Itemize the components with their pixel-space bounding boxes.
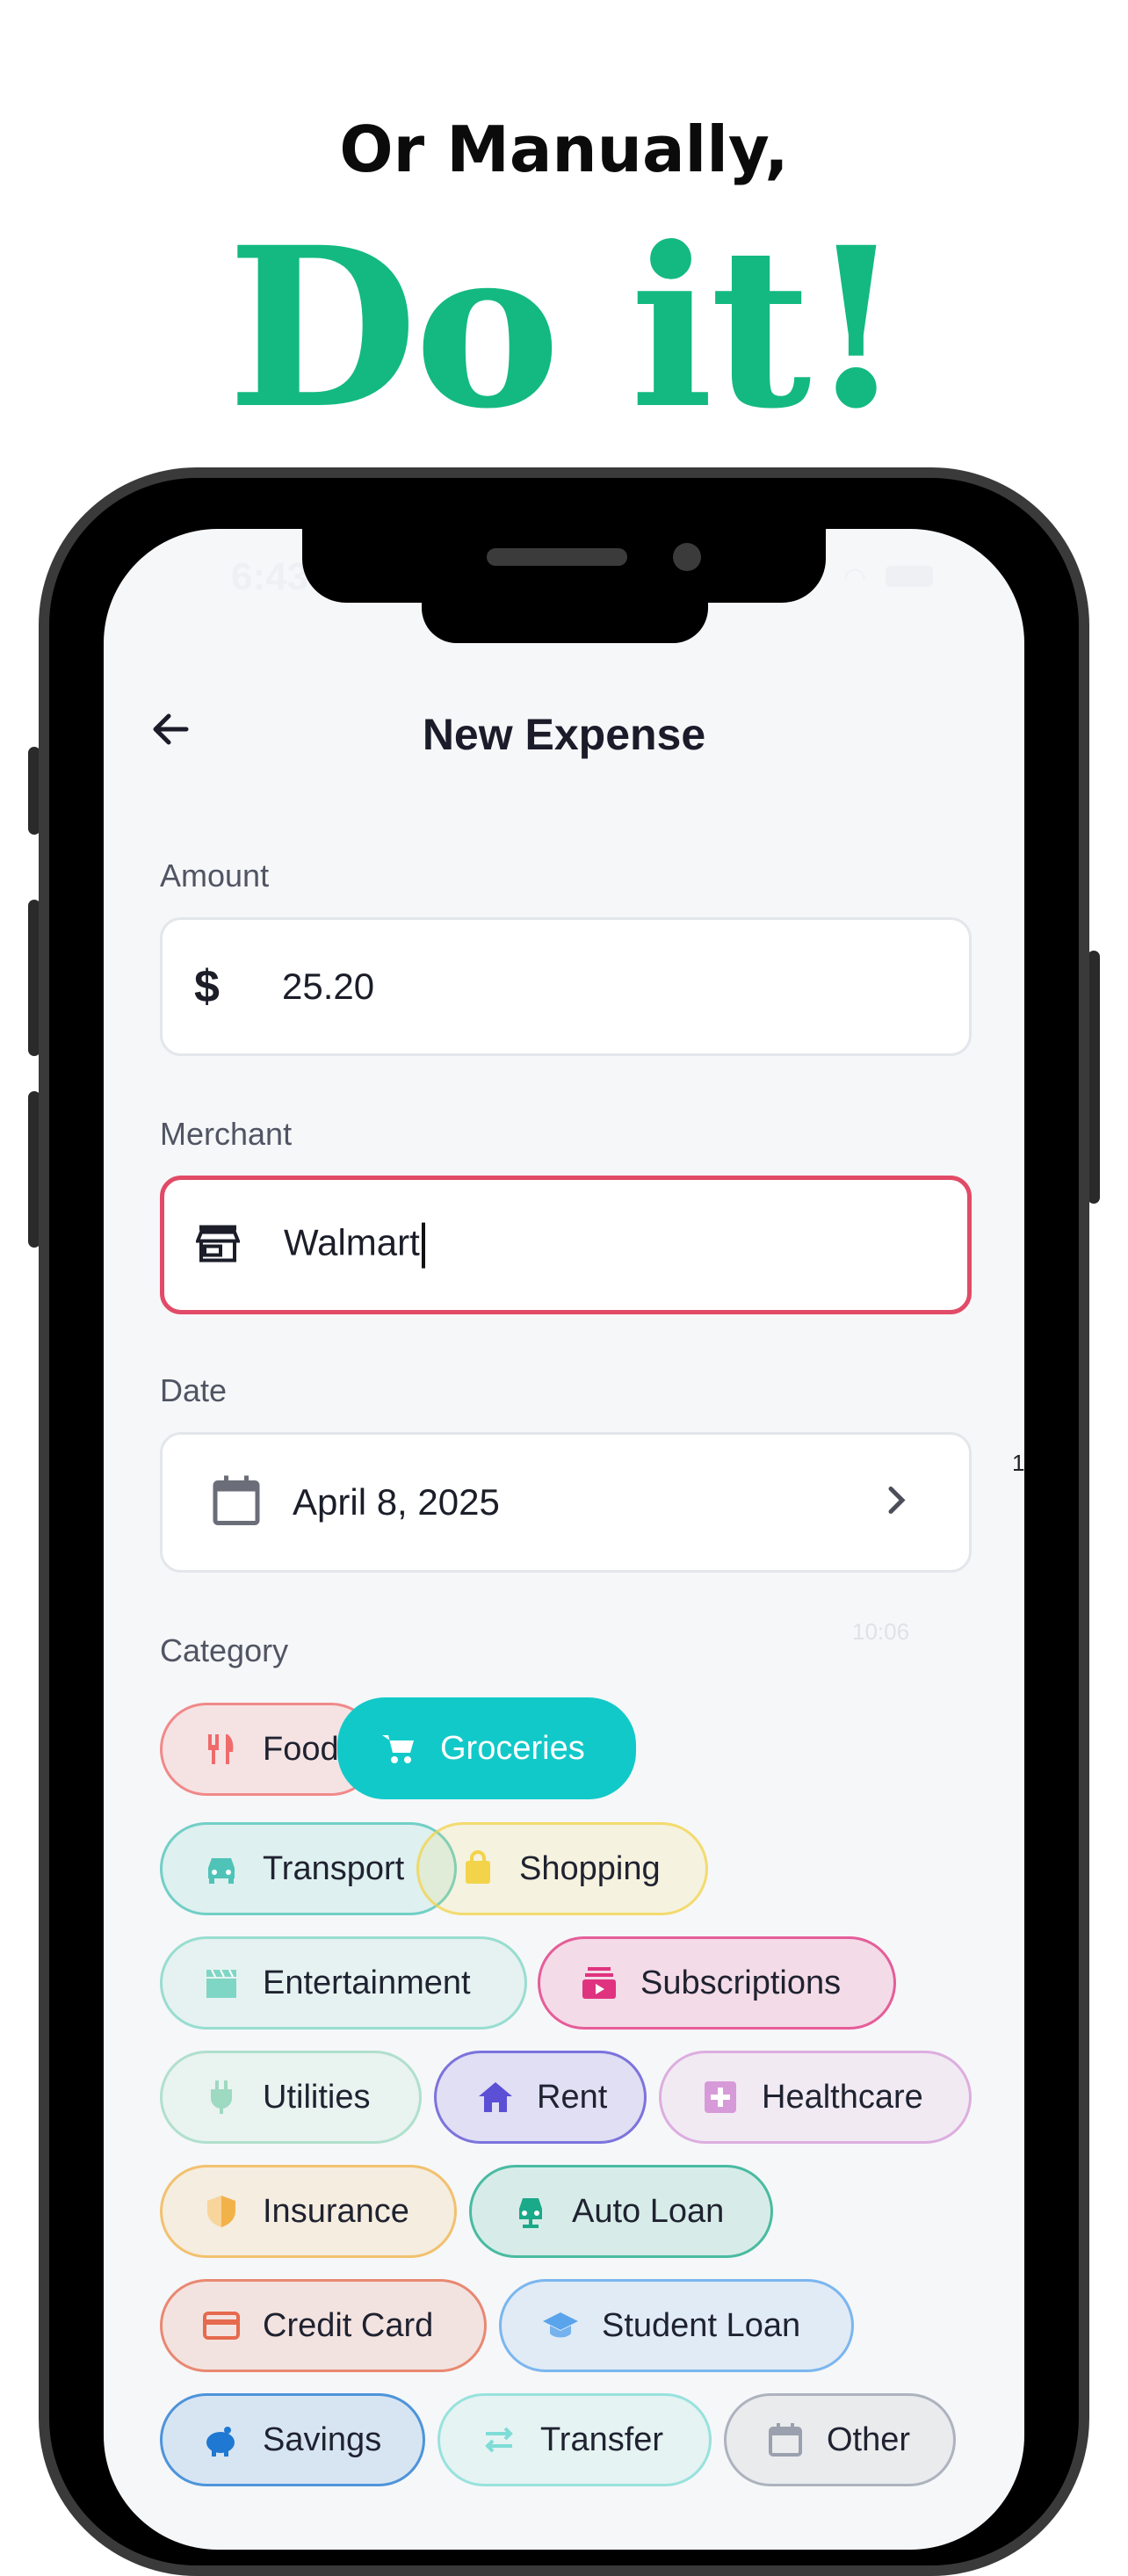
calendar-icon [767,2421,804,2458]
ghost-time: 10:06 [852,1618,910,1645]
merchant-value: Walmart [284,1222,425,1269]
amount-field[interactable]: $ 25.20 [160,917,972,1056]
category-chip-shopping[interactable]: Shopping [416,1822,708,1915]
category-chip-rent[interactable]: Rent [434,2051,647,2144]
category-chip-label: Food [263,1730,339,1768]
edge-digit: 1 [1012,1450,1024,1476]
category-chip-label: Credit Card [263,2306,434,2344]
clapper-icon [203,1965,240,2001]
category-chip-label: Shopping [519,1849,661,1887]
category-chip-label: Rent [537,2078,608,2116]
category-chip-subscriptions[interactable]: Subscriptions [538,1936,896,2030]
car-loan-icon [512,2193,549,2230]
medical-cross-icon [702,2079,739,2116]
graduation-cap-icon [542,2307,579,2344]
amount-label: Amount [160,857,270,894]
phone-notch-lower [422,603,708,643]
calendar-icon [212,1474,261,1531]
category-chip-label: Entertainment [263,1964,471,2001]
chevron-right-icon [886,1485,907,1521]
date-value: April 8, 2025 [293,1481,500,1523]
category-chip-savings[interactable]: Savings [160,2393,425,2486]
category-chip-auto-loan[interactable]: Auto Loan [469,2165,773,2258]
status-time: 6:43 [231,555,309,598]
speaker-grille [487,548,627,566]
battery-icon [886,566,933,587]
date-field[interactable]: April 8, 2025 [160,1432,972,1573]
category-chip-transport[interactable]: Transport [160,1822,457,1915]
category-chip-label: Transport [263,1849,405,1887]
fork-knife-icon [203,1731,240,1768]
credit-card-icon [203,2307,240,2344]
text-caret [421,1222,425,1269]
amount-value: 25.20 [282,966,375,1007]
category-chip-label: Transfer [540,2420,664,2458]
category-chip-credit-card[interactable]: Credit Card [160,2279,487,2372]
front-camera [673,543,701,571]
category-chip-other[interactable]: Other [724,2393,956,2486]
transfer-icon [481,2421,517,2458]
category-chip-healthcare[interactable]: Healthcare [659,2051,972,2144]
subscriptions-icon [581,1965,618,2001]
home-icon [477,2079,514,2116]
category-chip-label: Student Loan [602,2306,801,2344]
plug-icon [203,2079,240,2116]
category-chip-label: Subscriptions [640,1964,842,2001]
side-button-power [1088,951,1100,1204]
page-title: New Expense [422,710,706,759]
category-label: Category [160,1632,289,1668]
category-chip-entertainment[interactable]: Entertainment [160,1936,527,2030]
status-icons: ◠ [843,562,1019,592]
category-chip-groceries[interactable]: Groceries [337,1697,636,1799]
category-chip-label: Other [827,2420,911,2458]
category-chip-label: Utilities [263,2078,371,2116]
merchant-field[interactable]: Walmart [160,1176,972,1314]
wifi-icon: ◠ [843,563,867,592]
date-label: Date [160,1372,228,1408]
category-chip-label: Groceries [440,1729,585,1767]
hero-title: Do it! [227,199,905,457]
piggy-bank-icon [203,2421,240,2458]
category-chip-transfer[interactable]: Transfer [437,2393,712,2486]
car-icon [203,1850,240,1887]
category-chip-insurance[interactable]: Insurance [160,2165,457,2258]
shopping-bag-icon [459,1850,496,1887]
category-chip-utilities[interactable]: Utilities [160,2051,422,2144]
merchant-label: Merchant [160,1116,293,1152]
headline: Or Manually, [339,112,789,186]
category-chip-label: Savings [263,2420,382,2458]
category-chip-label: Auto Loan [572,2192,725,2230]
cart-icon [380,1730,417,1767]
dollar-icon: $ [194,961,220,1012]
category-chip-student-loan[interactable]: Student Loan [499,2279,854,2372]
phone-screen: 6:43 ◠ New Expense Amount $ 25.20 Mercha… [104,529,1024,2550]
category-chip-label: Healthcare [762,2078,923,2116]
phone-notch [302,529,826,603]
store-icon [195,1224,241,1267]
category-chip-label: Insurance [263,2192,409,2230]
merchant-text: Walmart [284,1221,420,1263]
shield-icon [203,2193,240,2230]
